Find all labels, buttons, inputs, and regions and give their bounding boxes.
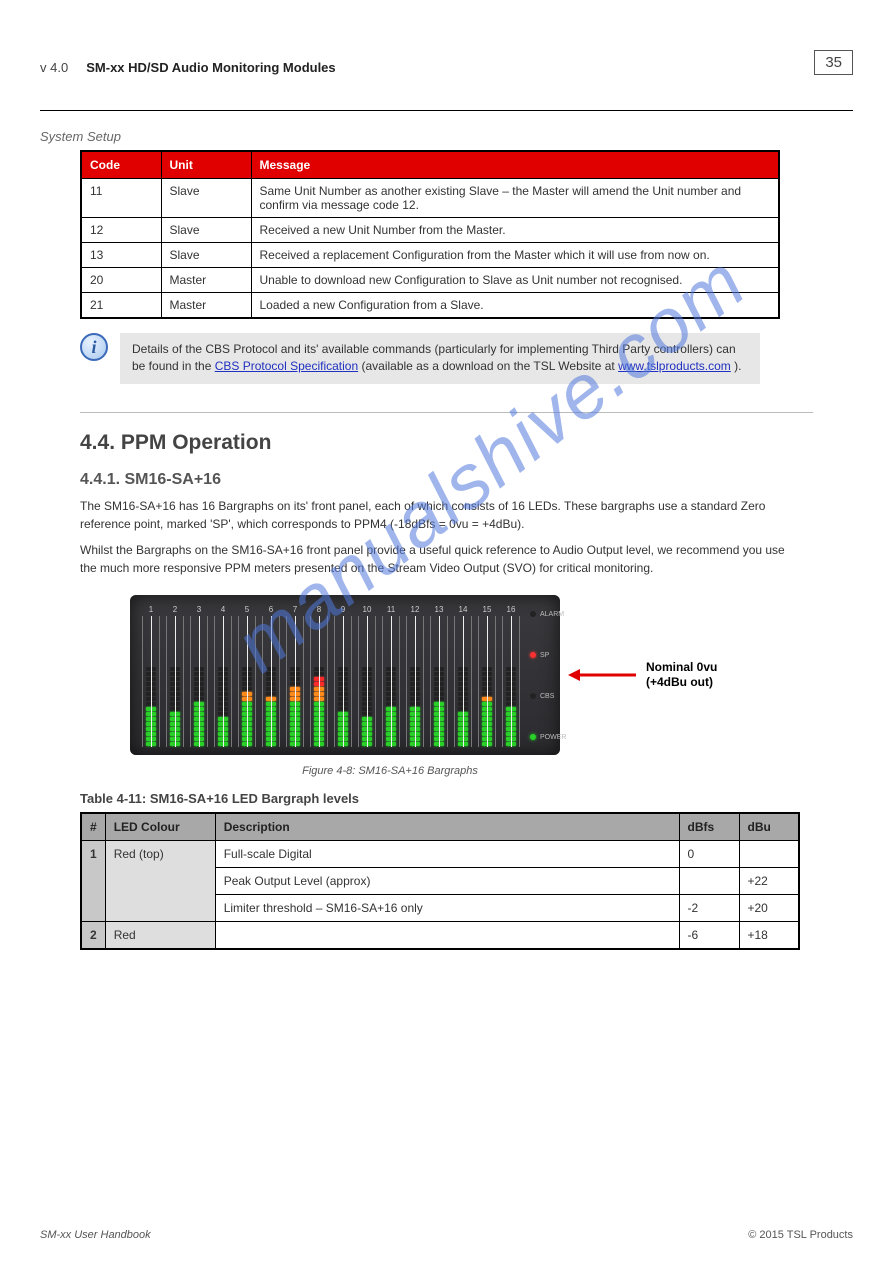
footer: SM-xx User Handbook © 2015 TSL Products (0, 1229, 893, 1241)
table-row: 20 Master Unable to download new Configu… (81, 268, 779, 293)
footer-right: © 2015 TSL Products (748, 1229, 853, 1241)
header-version: v 4.0 (40, 60, 68, 75)
th-desc: Description (215, 813, 679, 841)
divider (80, 412, 813, 413)
table-row: 21 Master Loaded a new Configuration fro… (81, 293, 779, 319)
table-caption: Table 4-11: SM16-SA+16 LED Bargraph leve… (80, 791, 853, 806)
arrow-icon (568, 665, 638, 685)
subsection-heading: 4.4.1. SM16-SA+16 (80, 471, 853, 489)
link-cbs-spec[interactable]: CBS Protocol Specification (215, 359, 358, 373)
table-row: 1 Red (top) Full-scale Digital 0 (81, 840, 799, 867)
th-unit: Unit (161, 151, 251, 179)
figure-caption: Figure 4-8: SM16-SA+16 Bargraphs (130, 765, 650, 777)
redtable-caption: System Setup (40, 129, 853, 144)
device-panel-image: 12345678910111213141516ALARMSPCBSPOWER (130, 595, 560, 755)
table-row: 12 Slave Received a new Unit Number from… (81, 218, 779, 243)
section-heading: 4.4. PPM Operation (80, 431, 853, 455)
system-setup-table: Code Unit Message 11 Slave Same Unit Num… (80, 150, 780, 319)
table-row: 13 Slave Received a replacement Configur… (81, 243, 779, 268)
th-colour: LED Colour (105, 813, 215, 841)
paragraph: Whilst the Bargraphs on the SM16-SA+16 f… (80, 541, 800, 577)
header-title: SM-xx HD/SD Audio Monitoring Modules (86, 60, 335, 75)
info-note: Details of the CBS Protocol and its' ava… (120, 333, 760, 384)
th-code: Code (81, 151, 161, 179)
annotation-label: Nominal 0vu (+4dBu out) (646, 660, 717, 689)
table-row: 2 Red -6 +18 (81, 921, 799, 949)
link-tsl-website[interactable]: www.tslproducts.com (618, 359, 731, 373)
th-dbfs: dBfs (679, 813, 739, 841)
led-bargraph-table: # LED Colour Description dBfs dBu 1 Red … (80, 812, 800, 950)
info-icon: i (80, 333, 108, 361)
footer-left: SM-xx User Handbook (40, 1229, 151, 1241)
th-message: Message (251, 151, 779, 179)
th-num: # (81, 813, 105, 841)
header-page-number: 35 (814, 50, 853, 75)
table-row: 11 Slave Same Unit Number as another exi… (81, 179, 779, 218)
paragraph: The SM16-SA+16 has 16 Bargraphs on its' … (80, 497, 800, 533)
th-dbu: dBu (739, 813, 799, 841)
